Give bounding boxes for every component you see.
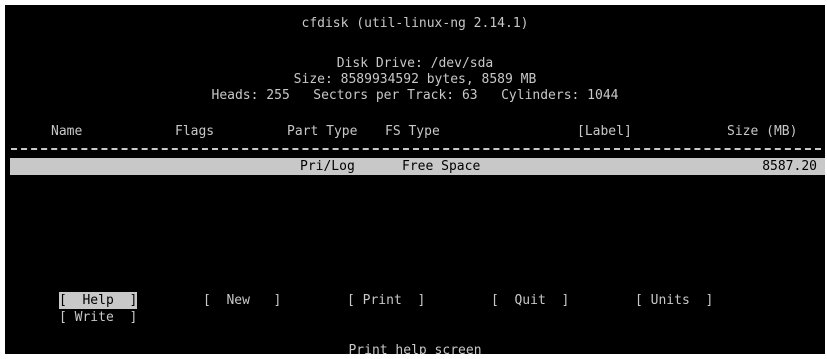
header-separator (11, 148, 821, 150)
app-title: cfdisk (util-linux-ng 2.14.1) (301, 16, 529, 31)
partition-part-type: Pri/Log (300, 159, 355, 174)
column-header-size: Size (MB) (727, 124, 798, 139)
help-button[interactable]: [ Help ] (59, 292, 138, 309)
command-menu-row-2: [ Write ] (5, 309, 825, 326)
column-header-fs-type: FS Type (385, 124, 440, 139)
disk-drive-info: Disk Drive: /dev/sda (336, 56, 494, 71)
column-header-flags: Flags (175, 124, 215, 139)
units-button[interactable]: [ Units ] (635, 292, 713, 309)
disk-size-info: Size: 8589934592 bytes, 8589 MB (293, 72, 537, 87)
partition-table-header: Name Flags Part Type FS Type [Label] Siz… (5, 123, 825, 140)
print-button[interactable]: [ Print ] (347, 292, 425, 309)
partition-fs-type: Free Space (402, 159, 481, 174)
new-button[interactable]: [ New ] (203, 292, 281, 309)
status-help-text: Print help screen (348, 343, 482, 354)
partition-row[interactable]: Pri/Log Free Space 8587.20 (10, 158, 825, 175)
command-menu-row-1: [ Help ] [ New ] [ Print ] [ Quit ] [ Un… (5, 292, 825, 309)
column-header-name: Name (51, 124, 83, 139)
disk-geometry-info: Heads: 255 Sectors per Track: 63 Cylinde… (211, 88, 619, 103)
column-header-part-type: Part Type (287, 124, 358, 139)
quit-button[interactable]: [ Quit ] (491, 292, 569, 309)
write-button[interactable]: [ Write ] (59, 309, 137, 326)
column-header-label: [Label] (577, 124, 632, 139)
terminal-screen: cfdisk (util-linux-ng 2.14.1) Disk Drive… (5, 5, 825, 354)
partition-size: 8587.20 (762, 159, 817, 174)
